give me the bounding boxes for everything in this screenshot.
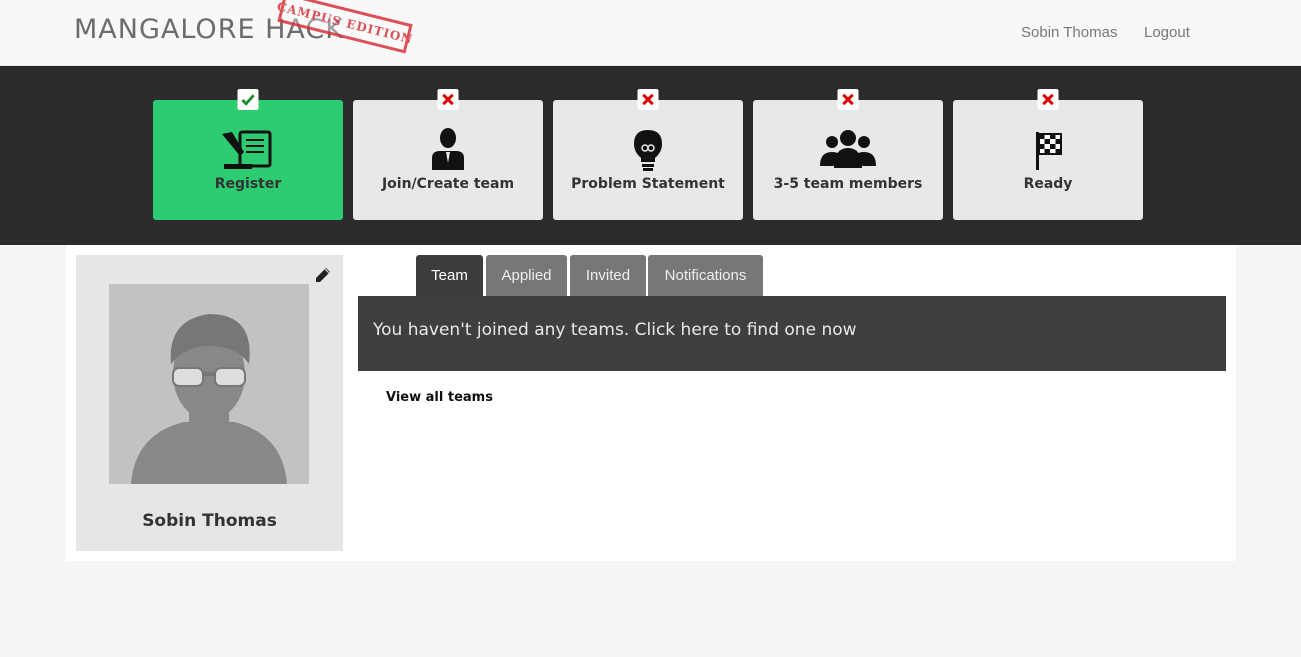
person-icon — [432, 128, 464, 170]
step-join-create-team[interactable]: Join/Create team — [353, 89, 543, 220]
step-label: Join/Create team — [381, 176, 515, 192]
pencil-icon[interactable] — [313, 265, 333, 285]
checkered-flag-icon — [1036, 132, 1062, 170]
campus-edition-stamp: CAMPUS EDITION — [276, 0, 414, 54]
profile-card: Sobin Thomas — [76, 255, 343, 551]
view-all-teams-link[interactable]: View all teams — [386, 390, 493, 405]
tab-notifications[interactable]: Notifications — [648, 255, 763, 296]
brand-logo[interactable]: MANGALORE HACK CAMPUS EDITION — [74, 0, 424, 54]
lightbulb-icon — [634, 130, 662, 171]
logout-link[interactable]: Logout — [1144, 24, 1190, 41]
top-navbar: MANGALORE HACK CAMPUS EDITION Sobin Thom… — [0, 0, 1301, 66]
check-icon — [237, 89, 259, 110]
tab-team[interactable]: Team — [416, 255, 483, 296]
profile-name: Sobin Thomas — [142, 511, 277, 531]
step-team-members[interactable]: 3-5 team members — [753, 89, 943, 220]
progress-steps-band: Register Join/Create team Problem Statem… — [0, 66, 1301, 245]
avatar — [109, 284, 309, 484]
find-team-link[interactable]: You haven't joined any teams. Click here… — [373, 320, 857, 340]
nav-user-link[interactable]: Sobin Thomas — [1021, 24, 1117, 41]
cross-icon — [637, 89, 659, 110]
step-label: Register — [214, 176, 282, 192]
step-label: 3-5 team members — [773, 176, 923, 192]
tab-invited[interactable]: Invited — [570, 255, 646, 296]
step-label: Problem Statement — [571, 176, 725, 192]
step-label: Ready — [1023, 176, 1073, 192]
team-panel: You haven't joined any teams. Click here… — [358, 296, 1226, 371]
tab-applied[interactable]: Applied — [486, 255, 567, 296]
step-ready[interactable]: Ready — [953, 89, 1143, 220]
cross-icon — [437, 89, 459, 110]
cross-icon — [1037, 89, 1059, 110]
step-register[interactable]: Register — [153, 89, 343, 220]
cross-icon — [837, 89, 859, 110]
register-scroll-icon — [222, 130, 272, 169]
main-content: Sobin Thomas Team Applied Invited Notifi… — [66, 245, 1236, 561]
step-problem-statement[interactable]: Problem Statement — [553, 89, 743, 220]
group-icon — [820, 130, 876, 168]
